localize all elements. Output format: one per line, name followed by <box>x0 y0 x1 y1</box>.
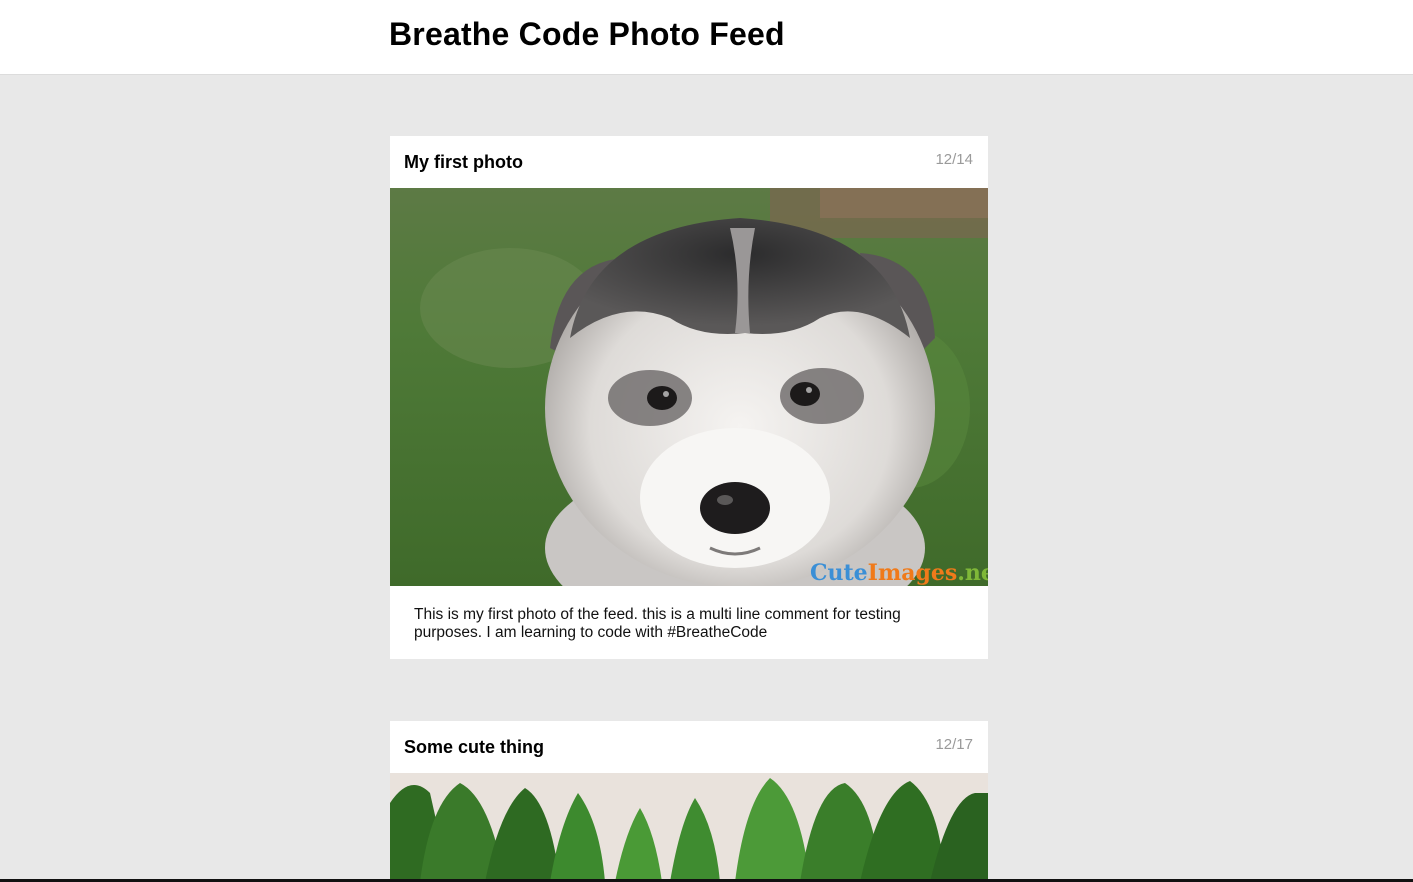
trees-image <box>390 773 988 882</box>
post-date: 12/14 <box>935 151 973 168</box>
post-title: Some cute thing <box>404 737 545 757</box>
svg-text:CuteImages.net: CuteImages.net <box>810 560 988 586</box>
post-card: My first photo 12/14 CuteImages.ne This … <box>390 136 988 659</box>
post-caption: This is my first photo of the feed. this… <box>390 586 988 642</box>
post-date: 12/17 <box>935 736 973 753</box>
top-header-bar: Breathe Code Photo Feed <box>0 0 1413 75</box>
post-card: Some cute thing 12/17 <box>390 721 988 882</box>
post-header: My first photo 12/14 <box>390 136 988 188</box>
post-title: My first photo <box>404 152 523 172</box>
watermark-part-cute: Cute <box>810 560 868 586</box>
caption-text: This is my first photo of the feed. this… <box>414 606 901 641</box>
watermark-part-net: .net <box>957 560 988 586</box>
husky-puppy-image: CuteImages.net <box>390 188 988 586</box>
post-header: Some cute thing 12/17 <box>390 721 988 773</box>
post-photo-trees[interactable] <box>390 773 988 882</box>
site-title: Breathe Code Photo Feed <box>389 16 785 52</box>
caption-hashtag[interactable]: #BreatheCode <box>667 624 767 641</box>
watermark-part-images: Images <box>868 560 958 586</box>
post-photo-husky-puppy[interactable]: CuteImages.net <box>390 188 988 586</box>
